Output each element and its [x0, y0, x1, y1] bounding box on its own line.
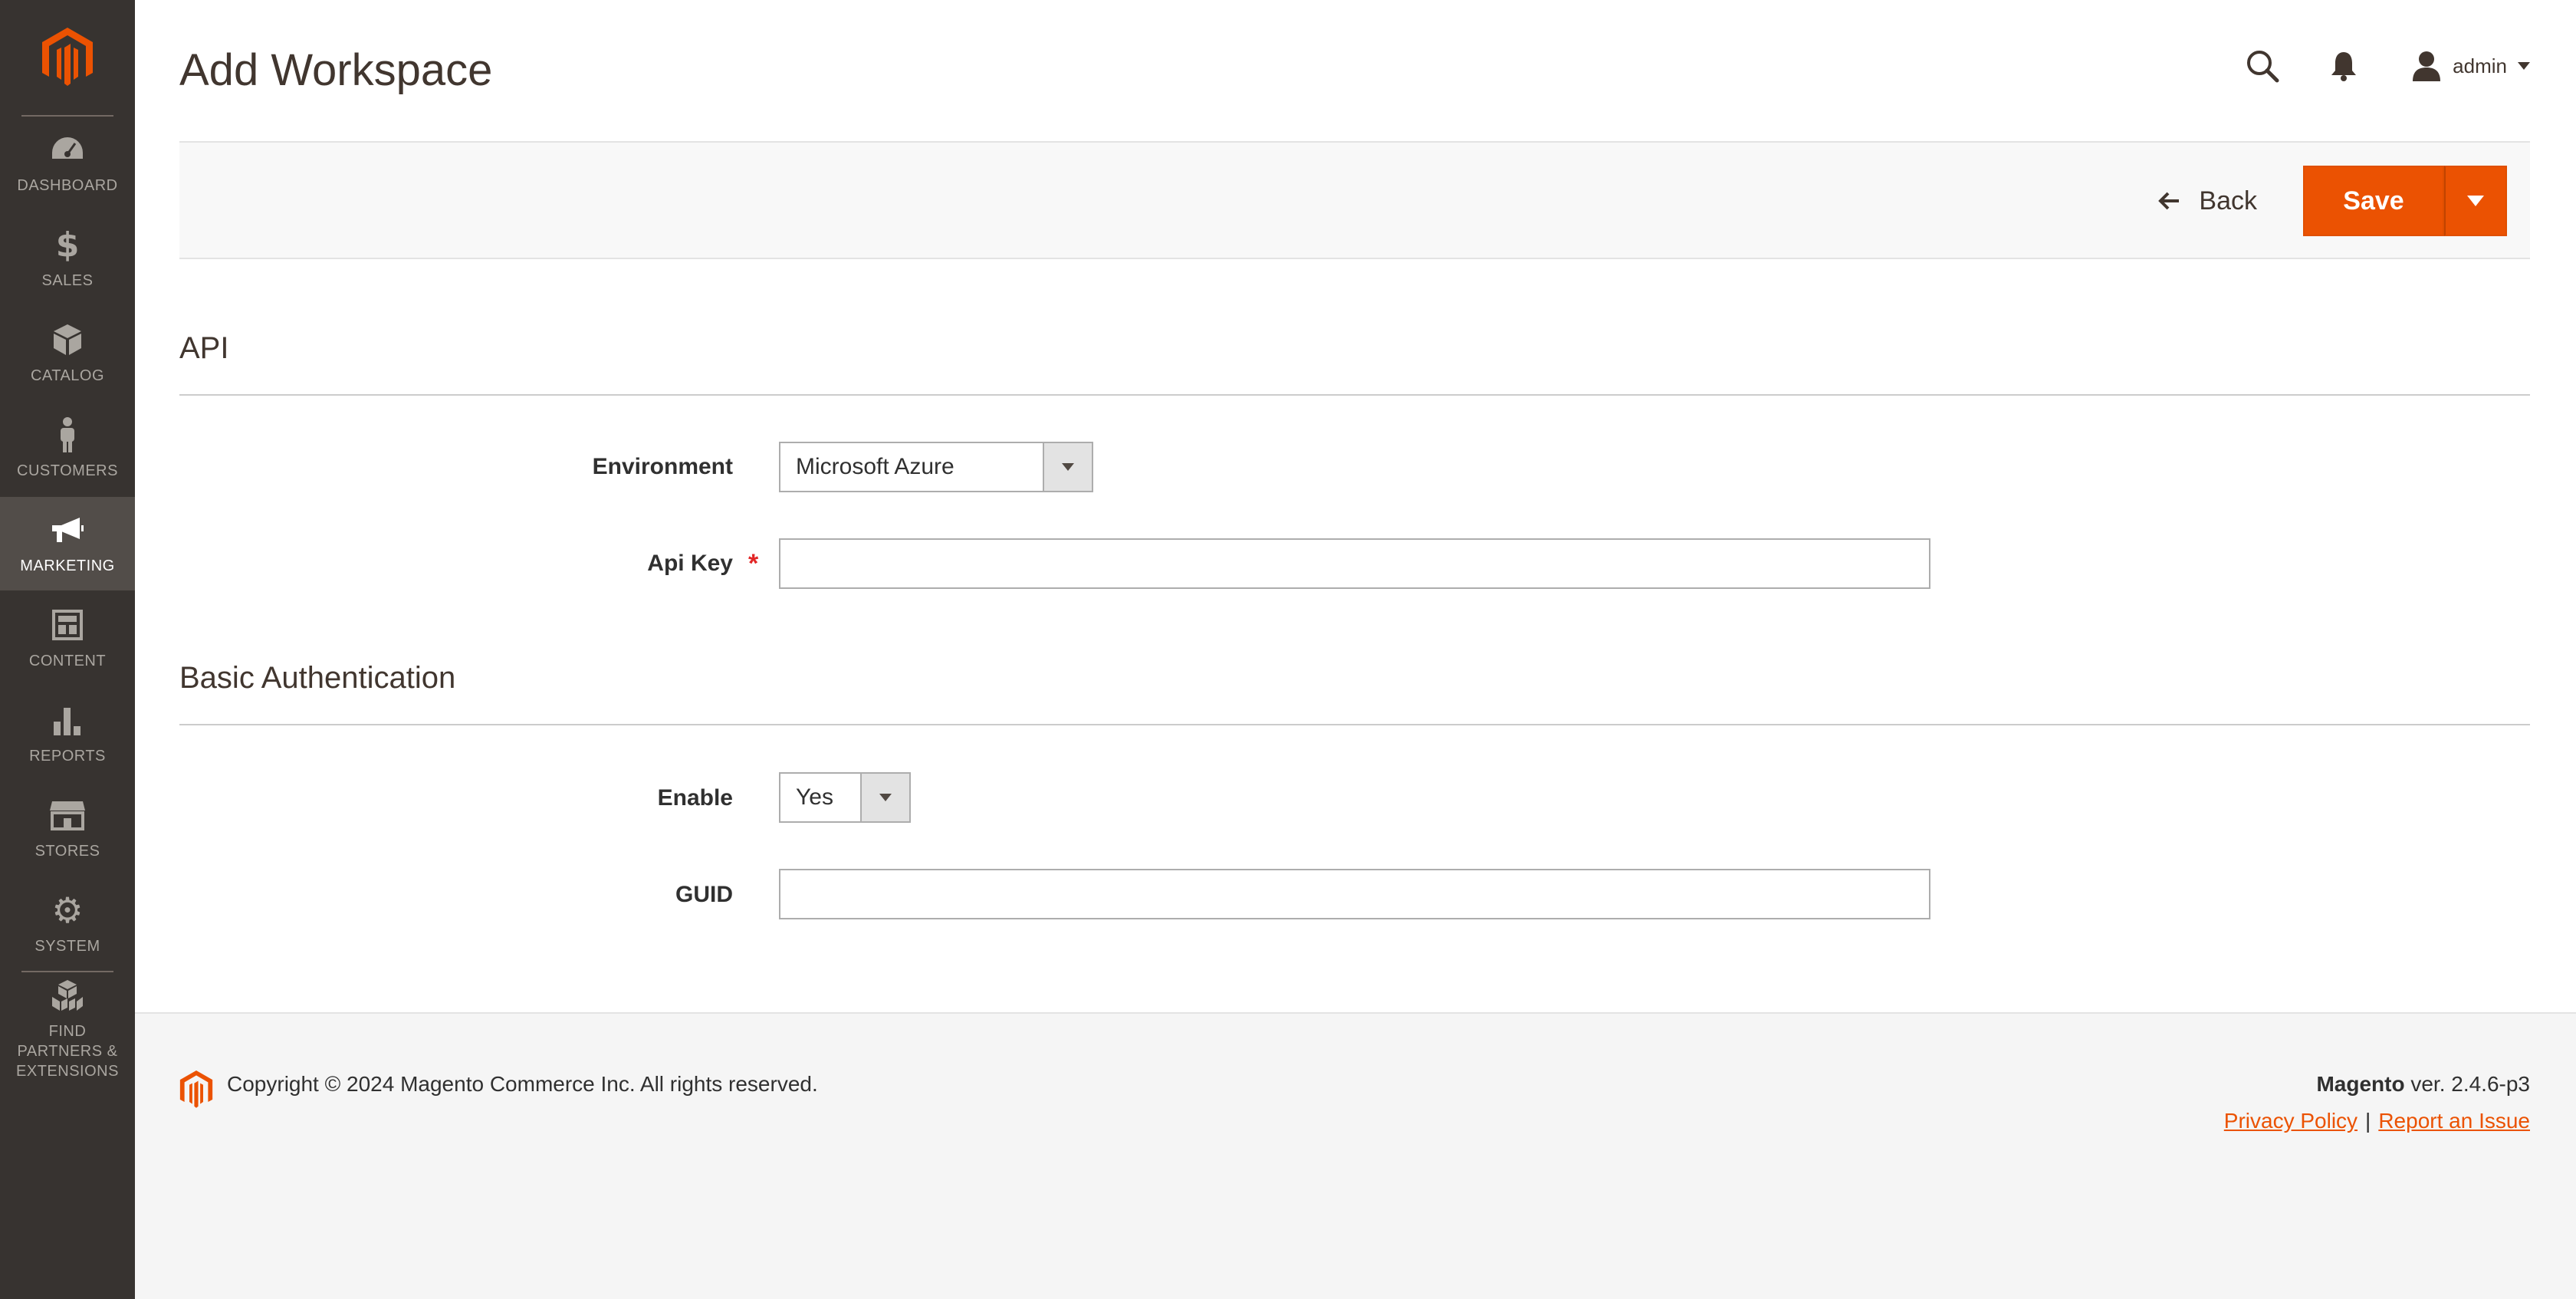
box-icon	[49, 321, 86, 358]
save-split-button: Save	[2303, 166, 2507, 236]
sidebar-item-find-partners[interactable]: FIND PARTNERS & EXTENSIONS	[0, 975, 135, 1083]
layout-icon	[49, 607, 86, 643]
report-issue-link[interactable]: Report an Issue	[2378, 1109, 2530, 1133]
chevron-down-icon	[1043, 443, 1092, 491]
dashboard-gauge-icon	[49, 131, 86, 168]
caret-down-icon	[2467, 196, 2484, 206]
section-title-api: API	[179, 331, 229, 365]
guid-label: GUID	[675, 882, 733, 907]
section-title-basic-auth: Basic Authentication	[179, 661, 456, 695]
person-icon	[49, 416, 86, 453]
back-button-label: Back	[2199, 186, 2257, 215]
save-options-toggle[interactable]	[2444, 166, 2507, 236]
header-actions: admin	[2241, 44, 2530, 87]
sidebar-item-system[interactable]: ⚙ SYSTEM	[0, 877, 135, 971]
sidebar-item-marketing[interactable]: MARKETING	[0, 497, 135, 590]
save-button[interactable]: Save	[2303, 166, 2444, 236]
magento-logo-icon	[42, 28, 93, 86]
sidebar-item-content[interactable]: CONTENT	[0, 592, 135, 686]
search-icon[interactable]	[2241, 44, 2284, 87]
environment-label: Environment	[592, 454, 733, 479]
sidebar-item-label: CONTENT	[28, 653, 107, 669]
sidebar-item-label: SYSTEM	[34, 938, 100, 955]
magento-logo-icon	[179, 1070, 213, 1113]
sidebar-item-label: CUSTOMERS	[17, 462, 118, 479]
sidebar-item-sales[interactable]: $ SALES	[0, 212, 135, 305]
privacy-policy-link[interactable]: Privacy Policy	[2224, 1109, 2358, 1133]
section-divider	[179, 394, 2530, 396]
sidebar-item-label: REPORTS	[29, 748, 106, 765]
version-number: ver. 2.4.6-p3	[2410, 1072, 2530, 1096]
user-avatar-icon	[2411, 51, 2442, 81]
sidebar-item-label: STORES	[34, 843, 100, 860]
page-actions-bar: Back Save	[179, 141, 2530, 259]
required-marker: *	[748, 549, 759, 578]
admin-sidebar: DASHBOARD $ SALES CATALOG CUSTOMERS MARK…	[0, 0, 135, 1299]
version-info: Magento ver. 2.4.6-p3	[2316, 1072, 2530, 1097]
cubes-icon	[49, 977, 86, 1014]
environment-select-value: Microsoft Azure	[796, 454, 955, 479]
sidebar-divider	[21, 971, 113, 972]
page-footer: Copyright © 2024 Magento Commerce Inc. A…	[135, 1012, 2576, 1299]
api-key-label: Api Key	[647, 551, 733, 576]
footer-links: Privacy Policy | Report an Issue	[2224, 1109, 2530, 1133]
copyright-text: Copyright © 2024 Magento Commerce Inc. A…	[227, 1072, 818, 1096]
chevron-down-icon	[860, 774, 909, 821]
enable-select-value: Yes	[796, 784, 833, 810]
bar-chart-icon	[49, 702, 86, 738]
sidebar-item-label: MARKETING	[20, 557, 115, 574]
api-key-input[interactable]	[779, 538, 1930, 589]
section-divider	[179, 724, 2530, 725]
magento-logo[interactable]	[0, 0, 135, 115]
storefront-icon	[49, 797, 86, 834]
sidebar-item-label: SALES	[41, 272, 94, 289]
link-separator: |	[2365, 1109, 2371, 1133]
enable-select[interactable]: Yes	[779, 772, 911, 823]
sidebar-item-label: FIND PARTNERS & EXTENSIONS	[16, 1023, 119, 1080]
gear-icon: ⚙	[51, 890, 84, 931]
main-content: Add Workspace admin Back Save API Enviro…	[135, 0, 2576, 1012]
user-name: admin	[2453, 54, 2507, 77]
sidebar-item-reports[interactable]: REPORTS	[0, 687, 135, 781]
sidebar-item-dashboard[interactable]: DASHBOARD	[0, 117, 135, 210]
sidebar-item-catalog[interactable]: CATALOG	[0, 307, 135, 400]
chevron-down-icon	[2518, 62, 2530, 70]
guid-input[interactable]	[779, 869, 1930, 919]
brand-name: Magento	[2316, 1072, 2405, 1096]
enable-label: Enable	[657, 785, 733, 811]
user-menu[interactable]: admin	[2411, 51, 2530, 81]
environment-select[interactable]: Microsoft Azure	[779, 442, 1093, 492]
megaphone-icon	[49, 511, 86, 548]
sidebar-item-label: CATALOG	[30, 367, 105, 384]
sidebar-item-label: DASHBOARD	[17, 177, 118, 194]
bell-icon[interactable]	[2322, 44, 2365, 87]
dollar-icon: $	[55, 225, 80, 265]
page-title: Add Workspace	[179, 45, 493, 95]
back-button[interactable]: Back	[2157, 178, 2257, 224]
arrow-left-icon	[2157, 191, 2180, 211]
sidebar-item-customers[interactable]: CUSTOMERS	[0, 402, 135, 495]
sidebar-item-stores[interactable]: STORES	[0, 782, 135, 876]
